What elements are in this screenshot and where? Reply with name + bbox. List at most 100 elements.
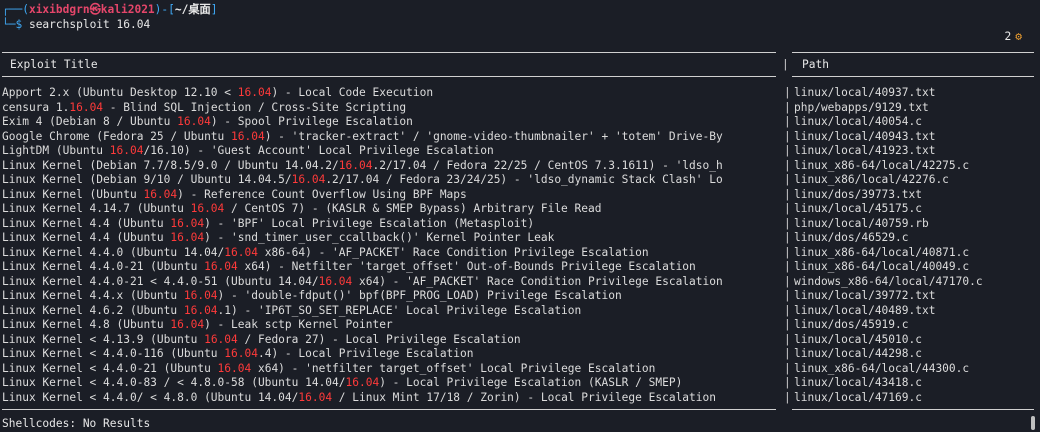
footer-rule-left: [2, 409, 776, 410]
footer-rule-right: [792, 409, 1034, 410]
table-row: Exim 4 (Debian 8 / Ubuntu 16.04) - Spool…: [2, 115, 1038, 130]
table-row: Linux Kernel < 4.4.0-21 (Ubuntu 16.04 x6…: [2, 362, 1038, 377]
column-separator: |: [784, 202, 791, 215]
search-highlight: 16.04: [217, 361, 252, 375]
table-row: Linux Kernel 4.4.0-21 < 4.4.0-51 (Ubuntu…: [2, 275, 1038, 290]
exploit-title: Apport 2.x (Ubuntu Desktop 12.10 < 16.04…: [2, 86, 434, 99]
table-row: Linux Kernel 4.4.0-21 (Ubuntu 16.04 x64)…: [2, 260, 1038, 275]
column-separator: |: [784, 245, 791, 259]
exploit-path: linux_x86/local/42276.c: [794, 173, 949, 186]
column-separator: |: [784, 144, 791, 157]
table-row: Linux Kernel 4.4.x (Ubuntu 16.04) - 'dou…: [2, 289, 1038, 304]
search-highlight: 16.04: [224, 347, 258, 360]
table-row: Linux Kernel 4.4 (Ubuntu 16.04) - 'snd_t…: [2, 231, 1038, 246]
prompt-bracket: ┌──(: [2, 3, 29, 16]
search-highlight: 16.04: [109, 144, 144, 157]
table-row: Linux Kernel (Debian 9/10 / Ubuntu 14.04…: [2, 173, 1038, 188]
header-rule-top-right: [792, 52, 1034, 53]
search-highlight: 16.04: [298, 390, 333, 404]
column-separator: |: [784, 173, 791, 186]
prompt-path: ~/桌面: [174, 3, 211, 16]
exploit-title: Exim 4 (Debian 8 / Ubuntu 16.04) - Spool…: [2, 115, 413, 128]
exploit-path: linux_x86-64/local/40049.c: [794, 260, 970, 273]
exploit-title: LightDM (Ubuntu 16.04/16.10) - 'Guest Ac…: [2, 144, 494, 157]
job-count: 2: [1004, 30, 1012, 43]
column-separator: |: [784, 86, 791, 99]
prompt-bracket-mid: )-[: [154, 3, 175, 16]
exploit-path: linux/local/45010.c: [794, 332, 922, 346]
shellcodes-result: Shellcodes: No Results: [2, 417, 151, 430]
table-row: LightDM (Ubuntu 16.04/16.10) - 'Guest Ac…: [2, 144, 1038, 159]
column-separator: |: [784, 361, 791, 375]
table-row: Linux Kernel (Debian 7.7/8.5/9.0 / Ubunt…: [2, 159, 1038, 174]
column-header-title: Exploit Title: [10, 58, 98, 71]
terminal-window[interactable]: ┌──(xixibdgrn㉿kali2021)-[~/桌面] └─$ searc…: [0, 0, 1040, 432]
exploit-title: Linux Kernel 4.8 (Ubuntu 16.04) - Leak s…: [2, 318, 393, 331]
exploit-title: Linux Kernel 4.4.x (Ubuntu 16.04) - 'dou…: [2, 289, 622, 302]
exploit-title: Linux Kernel < 4.13.9 (Ubuntu 16.04 / Fe…: [2, 332, 521, 346]
column-separator: |: [784, 289, 791, 302]
table-row: Linux Kernel < 4.4.0-83 / < 4.8.0-58 (Ub…: [2, 376, 1038, 391]
exploit-title: Linux Kernel 4.4.0-21 < 4.4.0-51 (Ubuntu…: [2, 274, 723, 288]
exploit-title: Linux Kernel 4.4 (Ubuntu 16.04) - 'BPF' …: [2, 216, 535, 230]
column-separator: |: [784, 274, 791, 288]
exploit-path: windows_x86-64/local/47170.c: [794, 274, 983, 288]
column-separator: |: [784, 115, 791, 128]
exploit-path: linux/local/40759.rb: [794, 216, 929, 230]
exploit-path: linux/local/44298.c: [794, 347, 922, 360]
table-row: Apport 2.x (Ubuntu Desktop 12.10 < 16.04…: [2, 86, 1038, 101]
search-highlight: 16.04: [69, 100, 104, 114]
exploit-title: Linux Kernel 4.4 (Ubuntu 16.04) - 'snd_t…: [2, 231, 555, 244]
exploit-path: linux_x86-64/local/44300.c: [794, 361, 970, 375]
search-highlight: 16.04: [170, 318, 205, 331]
exploit-path: linux_x86-64/local/40871.c: [794, 245, 970, 259]
column-separator: |: [784, 347, 791, 360]
exploit-path: linux/local/40489.txt: [794, 303, 936, 317]
exploit-title: Linux Kernel 4.6.2 (Ubuntu 16.04.1) - 'I…: [2, 303, 582, 317]
header-rule-top-left: [2, 52, 776, 53]
exploit-title: censura 1.16.04 - Blind SQL Injection / …: [2, 100, 407, 114]
table-row: Linux Kernel 4.4 (Ubuntu 16.04) - 'BPF' …: [2, 217, 1038, 232]
column-separator: |: [784, 100, 791, 114]
column-separator: |: [784, 260, 791, 273]
column-separator: |: [784, 390, 791, 404]
exploit-title: Linux Kernel (Debian 9/10 / Ubuntu 14.04…: [2, 173, 723, 186]
exploit-path: linux/local/47169.c: [794, 390, 922, 404]
exploit-title: Linux Kernel 4.14.7 (Ubuntu 16.04 / Cent…: [2, 202, 602, 215]
prompt-line: ┌──(xixibdgrn㉿kali2021)-[~/桌面]: [2, 3, 218, 18]
scrollbar[interactable]: [1031, 416, 1035, 430]
table-row: Linux Kernel 4.6.2 (Ubuntu 16.04.1) - 'I…: [2, 304, 1038, 319]
search-highlight: 16.04: [204, 260, 238, 273]
column-separator: |: [782, 58, 789, 71]
search-highlight: 16.04: [183, 289, 218, 302]
header-rule-bottom-right: [792, 76, 1034, 77]
column-separator: |: [784, 303, 791, 317]
column-separator: |: [784, 231, 791, 244]
search-highlight: 16.04: [345, 376, 380, 389]
table-row: censura 1.16.04 - Blind SQL Injection / …: [2, 101, 1038, 116]
exploit-path: linux/dos/39773.txt: [794, 187, 922, 201]
column-separator: |: [784, 318, 791, 331]
exploit-path: linux/dos/46529.c: [794, 231, 909, 244]
exploit-path: linux/local/45175.c: [794, 202, 922, 215]
table-row: Linux Kernel < 4.4.0-116 (Ubuntu 16.04.4…: [2, 347, 1038, 362]
results-table: Apport 2.x (Ubuntu Desktop 12.10 < 16.04…: [2, 86, 1038, 405]
exploit-title: Google Chrome (Fedora 25 / Ubuntu 16.04)…: [2, 129, 723, 143]
table-row: Linux Kernel 4.4.0 (Ubuntu 14.04/16.04 x…: [2, 246, 1038, 261]
command-text: searchsploit 16.04: [28, 18, 151, 31]
gear-icon: ⚙: [1015, 30, 1022, 43]
exploit-path: linux/local/40943.txt: [794, 129, 936, 143]
search-highlight: 16.04: [224, 245, 258, 259]
table-row: Linux Kernel < 4.4.0/ < 4.8.0 (Ubuntu 14…: [2, 391, 1038, 406]
table-row: Linux Kernel < 4.13.9 (Ubuntu 16.04 / Fe…: [2, 333, 1038, 348]
command-line[interactable]: └─$ searchsploit 16.04: [2, 18, 150, 33]
column-separator: |: [784, 158, 791, 172]
column-separator: |: [784, 332, 791, 346]
search-highlight: 16.04: [177, 115, 211, 128]
column-separator: |: [784, 129, 791, 143]
prompt-arrow: └─$: [2, 18, 29, 31]
exploit-path: linux/local/40054.c: [794, 115, 922, 128]
search-highlight: 16.04: [143, 187, 178, 201]
exploit-title: Linux Kernel (Debian 7.7/8.5/9.0 / Ubunt…: [2, 158, 723, 172]
search-highlight: 16.04: [318, 274, 353, 288]
